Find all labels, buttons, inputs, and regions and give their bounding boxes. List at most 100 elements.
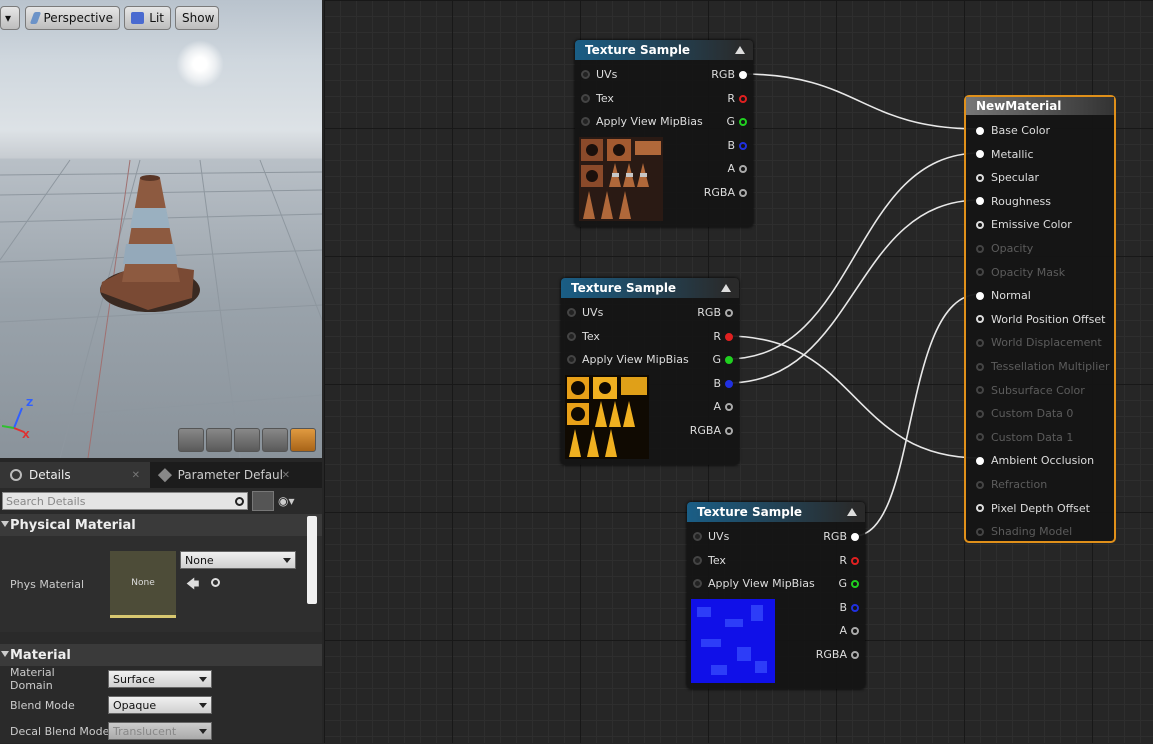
pin-dot[interactable]	[567, 332, 576, 341]
pin-dot[interactable]	[693, 579, 702, 588]
collapse-triangle-icon[interactable]	[847, 508, 857, 516]
pin-r[interactable]: R	[839, 554, 859, 567]
pin-dot[interactable]	[567, 355, 576, 364]
pin-r[interactable]: R	[727, 92, 747, 105]
pin-tex[interactable]: Tex	[581, 92, 614, 105]
perspective-button[interactable]: Perspective	[25, 6, 120, 30]
material-input-pin[interactable]: Normal	[976, 289, 1031, 302]
pin-dot[interactable]	[693, 532, 702, 541]
material-domain-combo[interactable]: Surface	[108, 670, 212, 688]
pin-mipbias[interactable]: Apply View MipBias	[693, 577, 815, 590]
pin-dot[interactable]	[725, 379, 733, 388]
sphere-preview-button[interactable]	[206, 428, 232, 452]
pin-dot[interactable]	[739, 94, 747, 103]
pin-dot[interactable]	[725, 426, 733, 435]
node-header[interactable]: Texture Sample	[561, 278, 739, 298]
pin-g[interactable]: G	[838, 577, 859, 590]
pin-tex[interactable]: Tex	[567, 330, 600, 343]
pin-dot[interactable]	[739, 141, 747, 150]
use-selected-arrow-icon[interactable]: 🡄	[186, 575, 199, 597]
pin-rgba[interactable]: RGBA	[704, 186, 747, 199]
tab-parameter-defaults[interactable]: Parameter Defaults ✕	[150, 462, 300, 488]
pin-dot[interactable]	[976, 315, 984, 324]
show-button[interactable]: Show	[175, 6, 219, 30]
close-icon[interactable]: ✕	[282, 470, 290, 481]
pin-rgb[interactable]: RGB	[823, 530, 859, 543]
pin-rgb[interactable]: RGB	[711, 68, 747, 81]
pin-dot[interactable]	[976, 197, 984, 206]
pin-dot[interactable]	[851, 626, 859, 635]
phys-material-combo[interactable]: None	[180, 551, 296, 569]
cube-preview-button[interactable]	[262, 428, 288, 452]
texture-sample-node-1[interactable]: Texture Sample UVs Tex Apply View MipBia…	[575, 40, 753, 227]
pin-uvs[interactable]: UVs	[581, 68, 617, 81]
pin-rgba[interactable]: RGBA	[690, 424, 733, 437]
pin-mipbias[interactable]: Apply View MipBias	[581, 115, 703, 128]
section-physical-material[interactable]: Physical Material	[0, 514, 322, 536]
pin-dot[interactable]	[739, 164, 747, 173]
tab-details[interactable]: Details ✕	[0, 462, 150, 488]
property-matrix-button[interactable]	[252, 491, 274, 511]
pin-dot[interactable]	[567, 308, 576, 317]
material-input-pin[interactable]: World Position Offset	[976, 313, 1105, 326]
material-input-pin[interactable]: Specular	[976, 171, 1039, 184]
pin-dot[interactable]	[976, 220, 984, 229]
pin-dot[interactable]	[851, 579, 859, 588]
node-header[interactable]: Texture Sample	[687, 502, 865, 522]
pin-dot[interactable]	[851, 556, 859, 565]
pin-dot[interactable]	[976, 504, 984, 513]
browse-search-icon[interactable]	[211, 578, 221, 587]
pin-b[interactable]: B	[839, 601, 859, 614]
pin-b[interactable]: B	[727, 139, 747, 152]
material-node-header[interactable]: NewMaterial	[966, 97, 1114, 115]
eye-icon[interactable]: ◉▾	[278, 493, 306, 509]
pin-dot[interactable]	[581, 117, 590, 126]
material-input-pin[interactable]: Metallic	[976, 148, 1034, 161]
phys-material-thumbnail[interactable]: None	[110, 550, 176, 618]
pin-r[interactable]: R	[713, 330, 733, 343]
pin-dot[interactable]	[581, 70, 590, 79]
pin-dot[interactable]	[976, 126, 984, 135]
pin-dot[interactable]	[739, 117, 747, 126]
pin-a[interactable]: A	[727, 162, 747, 175]
pin-g[interactable]: G	[726, 115, 747, 128]
collapse-triangle-icon[interactable]	[721, 284, 731, 292]
pin-dot[interactable]	[725, 355, 733, 364]
new-material-node[interactable]: NewMaterial Base Color Metallic Specular Rou…	[964, 95, 1116, 543]
pin-dot[interactable]	[976, 456, 984, 465]
material-input-pin[interactable]: Base Color	[976, 124, 1050, 137]
pin-uvs[interactable]: UVs	[693, 530, 729, 543]
material-input-pin[interactable]: Roughness	[976, 195, 1051, 208]
pin-dot[interactable]	[851, 532, 859, 541]
pin-dot[interactable]	[725, 308, 733, 317]
pin-dot[interactable]	[851, 603, 859, 612]
material-input-pin[interactable]: Pixel Depth Offset	[976, 502, 1090, 515]
search-details-input[interactable]: Search Details	[2, 492, 248, 510]
material-input-pin[interactable]: Emissive Color	[976, 218, 1072, 231]
section-material[interactable]: Material	[0, 644, 322, 666]
pin-dot[interactable]	[581, 94, 590, 103]
cylinder-preview-button[interactable]	[178, 428, 204, 452]
pin-dot[interactable]	[693, 556, 702, 565]
viewport[interactable]: ▾ Perspective Lit Show Z X	[0, 0, 322, 458]
blend-mode-combo[interactable]: Opaque	[108, 696, 212, 714]
details-scrollbar[interactable]	[307, 516, 317, 604]
pin-tex[interactable]: Tex	[693, 554, 726, 567]
collapse-triangle-icon[interactable]	[735, 46, 745, 54]
pin-dot[interactable]	[851, 650, 859, 659]
pin-dot[interactable]	[976, 173, 984, 182]
mesh-preview-button[interactable]	[290, 428, 316, 452]
pin-g[interactable]: G	[712, 353, 733, 366]
lit-button[interactable]: Lit	[124, 6, 171, 30]
pin-uvs[interactable]: UVs	[567, 306, 603, 319]
node-header[interactable]: Texture Sample	[575, 40, 753, 60]
pin-mipbias[interactable]: Apply View MipBias	[567, 353, 689, 366]
texture-sample-node-2[interactable]: Texture Sample UVs Tex Apply View MipBia…	[561, 278, 739, 465]
pin-dot[interactable]	[976, 291, 984, 300]
viewport-options-button[interactable]: ▾	[0, 6, 20, 30]
texture-sample-node-3[interactable]: Texture Sample UVs Tex Apply View MipBia…	[687, 502, 865, 689]
pin-a[interactable]: A	[713, 400, 733, 413]
plane-preview-button[interactable]	[234, 428, 260, 452]
pin-b[interactable]: B	[713, 377, 733, 390]
pin-dot[interactable]	[739, 70, 747, 79]
